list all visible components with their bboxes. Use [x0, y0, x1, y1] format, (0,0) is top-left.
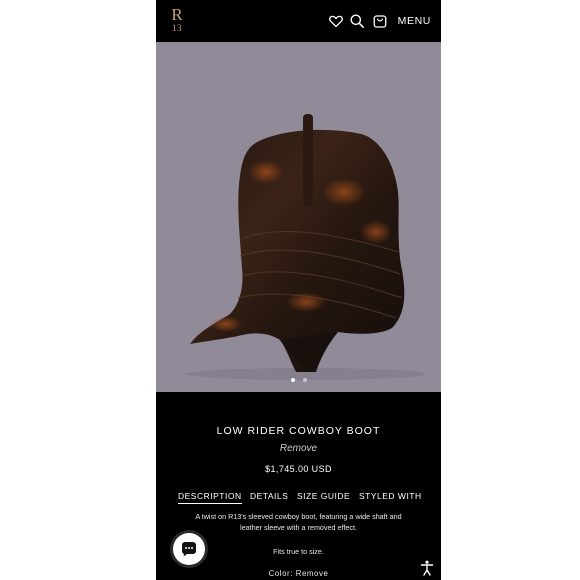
product-title: LOW RIDER COWBOY BOOT: [216, 425, 381, 437]
site-header: R 13 MENU: [156, 0, 441, 42]
product-tabs: DESCRIPTION DETAILS SIZE GUIDE STYLED WI…: [178, 491, 428, 505]
description-line: leather sleeve with a removed effect.: [240, 523, 357, 532]
tab-description[interactable]: DESCRIPTION: [178, 491, 242, 504]
carousel-dot-2[interactable]: [302, 378, 307, 382]
heart-icon[interactable]: [328, 13, 344, 29]
carousel-dot-1[interactable]: [290, 378, 295, 382]
menu-button[interactable]: MENU: [398, 15, 431, 27]
accessibility-icon[interactable]: [420, 560, 434, 576]
r13-logo[interactable]: R 13: [170, 6, 184, 36]
product-info: LOW RIDER COWBOY BOOT Remove $1,745.00 U…: [156, 392, 441, 580]
product-price: $1,745.00 USD: [265, 464, 332, 474]
carousel-dots: [156, 378, 441, 382]
description-line: A twist on R13's sleeved cowboy boot, fe…: [195, 512, 402, 521]
logo-letter: R: [171, 5, 183, 24]
tab-size-guide[interactable]: SIZE GUIDE: [297, 491, 350, 501]
cowboy-boot-image: [186, 114, 426, 380]
bag-icon[interactable]: [372, 13, 388, 29]
color-detail: Color: Remove: [268, 569, 329, 578]
product-color-name: Remove: [279, 443, 318, 454]
logo-number: 13: [172, 23, 182, 33]
mobile-page: R 13 MENU LOW RIDER COWBOY BOOT Remove $…: [156, 0, 441, 580]
tab-details[interactable]: DETAILS: [250, 491, 288, 501]
chat-button[interactable]: [173, 533, 205, 565]
chat-icon: [182, 542, 196, 557]
product-description: A twist on R13's sleeved cowboy boot, fe…: [176, 511, 421, 533]
product-image[interactable]: [156, 42, 441, 392]
tab-styled-with[interactable]: STYLED WITH: [359, 491, 422, 501]
search-icon[interactable]: [349, 13, 365, 29]
